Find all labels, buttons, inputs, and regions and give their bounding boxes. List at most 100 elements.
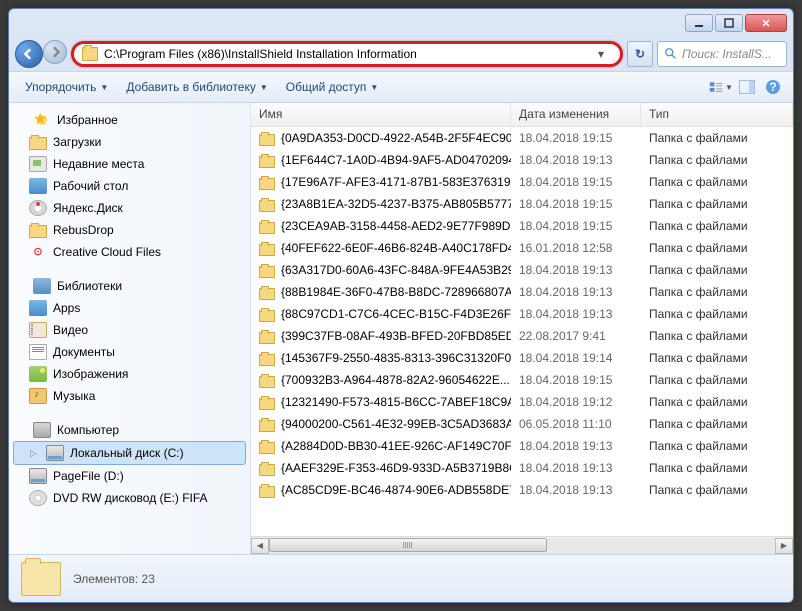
folder-icon bbox=[259, 266, 275, 278]
file-date: 18.04.2018 19:15 bbox=[511, 173, 641, 191]
sidebar-item[interactable]: Музыка bbox=[9, 385, 250, 407]
back-button[interactable] bbox=[15, 40, 43, 68]
list-item[interactable]: {23CEA9AB-3158-4458-AED2-9E77F989D5... 1… bbox=[251, 215, 793, 237]
file-date: 18.04.2018 19:13 bbox=[511, 481, 641, 499]
file-type: Папка с файлами bbox=[641, 415, 793, 433]
address-path: C:\Program Files (x86)\InstallShield Ins… bbox=[104, 47, 592, 61]
sidebar-item-label: DVD RW дисковод (E:) FIFA bbox=[53, 491, 208, 505]
sidebar-item[interactable]: Загрузки bbox=[9, 131, 250, 153]
sidebar-item[interactable]: PageFile (D:) bbox=[9, 465, 250, 487]
list-item[interactable]: {AAEF329E-F353-46D9-933D-A5B3719B8C... 1… bbox=[251, 457, 793, 479]
sidebar-item[interactable]: Документы bbox=[9, 341, 250, 363]
maximize-button[interactable] bbox=[715, 14, 743, 32]
list-item[interactable]: {700932B3-A964-4878-82A2-96054622E... 18… bbox=[251, 369, 793, 391]
list-item[interactable]: {63A317D0-60A6-43FC-848A-9FE4A53B29... 1… bbox=[251, 259, 793, 281]
organize-menu[interactable]: Упорядочить▼ bbox=[17, 76, 116, 98]
column-name[interactable]: Имя bbox=[251, 103, 511, 126]
file-type: Папка с файлами bbox=[641, 305, 793, 323]
file-type: Папка с файлами bbox=[641, 327, 793, 345]
sidebar-item[interactable]: ⊙Creative Cloud Files bbox=[9, 241, 250, 263]
column-date[interactable]: Дата изменения bbox=[511, 103, 641, 126]
folder-icon bbox=[259, 244, 275, 256]
include-library-menu[interactable]: Добавить в библиотеку▼ bbox=[118, 76, 275, 98]
sidebar-item-label: Рабочий стол bbox=[53, 179, 128, 193]
sidebar-group-header[interactable]: Библиотеки bbox=[9, 275, 250, 297]
preview-pane-button[interactable] bbox=[735, 75, 759, 99]
list-item[interactable]: {23A8B1EA-32D5-4237-B375-AB805B5777... 1… bbox=[251, 193, 793, 215]
file-name: {12321490-F573-4815-B6CC-7ABEF18C9A... bbox=[281, 395, 511, 409]
refresh-button[interactable]: ↻ bbox=[627, 41, 653, 67]
sidebar-item[interactable]: Видео bbox=[9, 319, 250, 341]
scroll-track[interactable] bbox=[269, 538, 775, 554]
help-button[interactable]: ? bbox=[761, 75, 785, 99]
ico-music-icon bbox=[29, 388, 47, 404]
list-item[interactable]: {88C97CD1-C7C6-4CEC-B15C-F4D3E26F6... 18… bbox=[251, 303, 793, 325]
sidebar-item[interactable]: Apps bbox=[9, 297, 250, 319]
file-date: 18.04.2018 19:13 bbox=[511, 151, 641, 169]
file-type: Папка с файлами bbox=[641, 129, 793, 147]
close-button[interactable] bbox=[745, 14, 787, 32]
file-date: 18.04.2018 19:13 bbox=[511, 305, 641, 323]
ico-apps-icon bbox=[29, 300, 47, 316]
sidebar-item[interactable]: ▷Локальный диск (C:) bbox=[13, 441, 246, 465]
list-item[interactable]: {0A9DA353-D0CD-4922-A54B-2F5F4EC90... 18… bbox=[251, 127, 793, 149]
file-name: {A2884D0D-BB30-41EE-926C-AF149C70F... bbox=[281, 439, 511, 453]
list-item[interactable]: {17E96A7F-AFE3-4171-87B1-583E376319E8} 1… bbox=[251, 171, 793, 193]
list-item[interactable]: {1EF644C7-1A0D-4B94-9AF5-AD04702094... 1… bbox=[251, 149, 793, 171]
sidebar-item-label: RebusDrop bbox=[53, 223, 114, 237]
search-placeholder: Поиск: InstallS... bbox=[682, 47, 772, 61]
sidebar-item[interactable]: Изображения bbox=[9, 363, 250, 385]
sidebar-item[interactable]: Рабочий стол bbox=[9, 175, 250, 197]
scroll-left-button[interactable]: ◀ bbox=[251, 538, 269, 554]
chevron-down-icon: ▼ bbox=[370, 83, 378, 92]
folder-icon bbox=[259, 156, 275, 168]
sidebar-item[interactable]: DVD RW дисковод (E:) FIFA bbox=[9, 487, 250, 509]
folder-icon bbox=[259, 222, 275, 234]
titlebar bbox=[9, 9, 793, 37]
sidebar-group-header[interactable]: Компьютер bbox=[9, 419, 250, 441]
sidebar-item[interactable]: Недавние места bbox=[9, 153, 250, 175]
chevron-down-icon[interactable]: ▾ bbox=[598, 47, 612, 61]
sidebar-item-label: Изображения bbox=[53, 367, 128, 381]
scroll-thumb[interactable] bbox=[269, 538, 547, 552]
address-field[interactable]: C:\Program Files (x86)\InstallShield Ins… bbox=[71, 41, 623, 67]
folder-icon bbox=[259, 332, 275, 344]
folder-icon bbox=[259, 376, 275, 388]
ico-recent-icon bbox=[29, 156, 47, 172]
list-item[interactable]: {AC85CD9E-BC46-4874-90E6-ADB558DE7... 18… bbox=[251, 479, 793, 501]
file-name: {1EF644C7-1A0D-4B94-9AF5-AD04702094... bbox=[281, 153, 511, 167]
folder-icon bbox=[259, 398, 275, 410]
ico-dvd-icon bbox=[29, 490, 47, 506]
folder-icon bbox=[259, 288, 275, 300]
sidebar-item[interactable]: Яндекс.Диск bbox=[9, 197, 250, 219]
view-options-button[interactable]: ▼ bbox=[709, 75, 733, 99]
list-item[interactable]: {12321490-F573-4815-B6CC-7ABEF18C9A... 1… bbox=[251, 391, 793, 413]
ico-fld-icon bbox=[29, 137, 47, 150]
sidebar-item[interactable]: RebusDrop bbox=[9, 219, 250, 241]
expand-icon: ▷ bbox=[30, 448, 40, 459]
list-item[interactable]: {94000200-C561-4E32-99EB-3C5AD3683A... 0… bbox=[251, 413, 793, 435]
ico-desk-icon bbox=[29, 178, 47, 194]
list-item[interactable]: {399C37FB-08AF-493B-BFED-20FBD85ED... 22… bbox=[251, 325, 793, 347]
sidebar-group-header[interactable]: Избранное bbox=[9, 109, 250, 131]
scroll-right-button[interactable]: ▶ bbox=[775, 538, 793, 554]
forward-button[interactable] bbox=[43, 40, 67, 64]
list-item[interactable]: {40FEF622-6E0F-46B6-824B-A40C178FD4... 1… bbox=[251, 237, 793, 259]
folder-icon bbox=[259, 310, 275, 322]
list-item[interactable]: {A2884D0D-BB30-41EE-926C-AF149C70F... 18… bbox=[251, 435, 793, 457]
column-type[interactable]: Тип bbox=[641, 103, 793, 126]
ico-comp-icon bbox=[33, 422, 51, 438]
sidebar-item-label: Яндекс.Диск bbox=[53, 201, 123, 215]
minimize-button[interactable] bbox=[685, 14, 713, 32]
chevron-down-icon: ▼ bbox=[100, 83, 108, 92]
list-item[interactable]: {145367F9-2550-4835-8313-396C31320F0D} 1… bbox=[251, 347, 793, 369]
file-type: Папка с файлами bbox=[641, 151, 793, 169]
file-name: {23A8B1EA-32D5-4237-B375-AB805B5777... bbox=[281, 197, 511, 211]
search-input[interactable]: Поиск: InstallS... bbox=[657, 41, 787, 67]
file-date: 22.08.2017 9:41 bbox=[511, 327, 641, 345]
sidebar-item-label: Apps bbox=[53, 301, 80, 315]
share-menu[interactable]: Общий доступ▼ bbox=[278, 76, 387, 98]
horizontal-scrollbar[interactable]: ◀ ▶ bbox=[251, 536, 793, 554]
list-item[interactable]: {88B1984E-36F0-47B8-B8DC-728966807A... 1… bbox=[251, 281, 793, 303]
file-date: 06.05.2018 11:10 bbox=[511, 415, 641, 433]
